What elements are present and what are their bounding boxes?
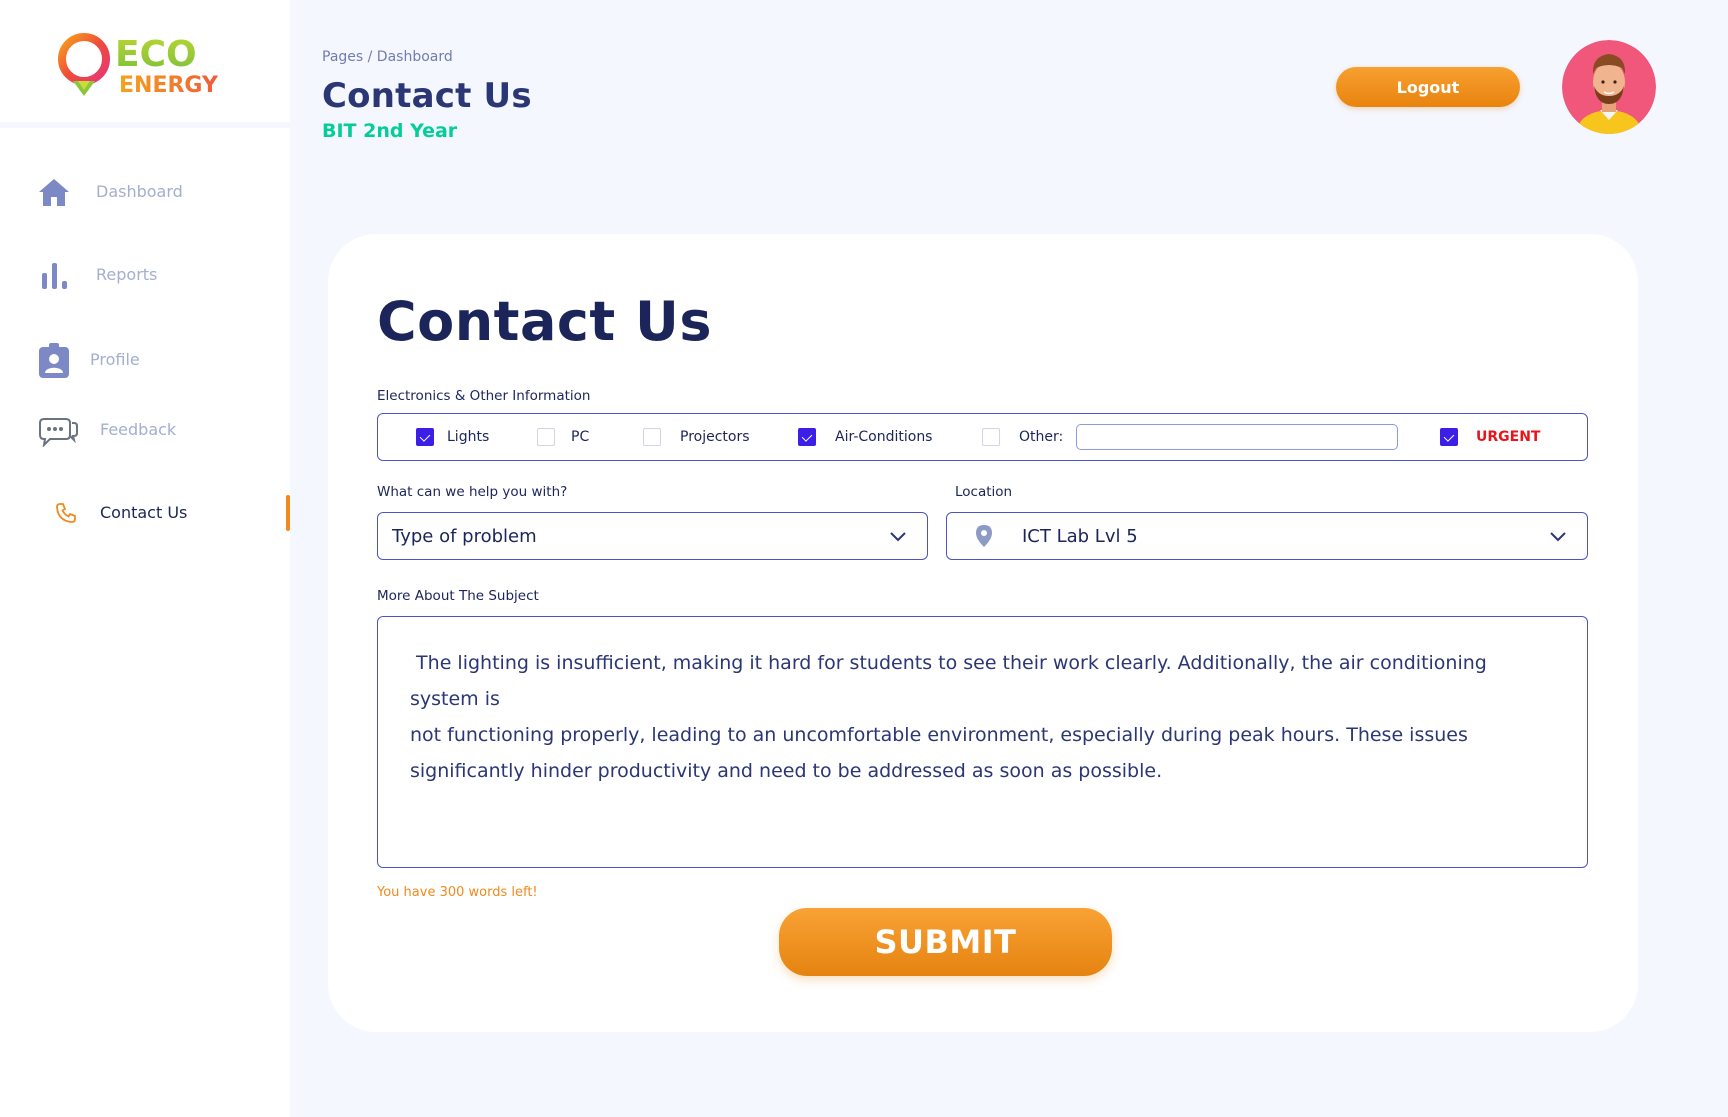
sidebar-item-profile[interactable]: Profile	[0, 338, 290, 382]
breadcrumb: Pages / Dashboard	[322, 49, 453, 65]
electronics-label: Electronics & Other Information	[377, 388, 591, 404]
sidebar-item-label: Feedback	[100, 420, 177, 439]
air-conditions-checkbox[interactable]	[798, 428, 816, 446]
chevron-down-icon	[890, 532, 906, 542]
phone-icon	[48, 497, 84, 529]
active-indicator	[286, 495, 290, 531]
sidebar: ECO ENERGY Dashboard Reports Profile Fee…	[0, 0, 290, 1117]
sidebar-item-label: Dashboard	[96, 182, 183, 201]
page-subtitle: BIT 2nd Year	[322, 120, 458, 142]
submit-button[interactable]: SUBMIT	[779, 908, 1112, 976]
logout-button[interactable]: Logout	[1336, 67, 1520, 107]
problem-type-select[interactable]: Type of problem	[377, 512, 928, 560]
bar-chart-icon	[36, 259, 72, 291]
eco-energy-logo[interactable]: ECO ENERGY	[56, 32, 226, 102]
svg-text:ENERGY: ENERGY	[119, 73, 219, 98]
other-input[interactable]	[1076, 424, 1398, 450]
problem-type-value: Type of problem	[392, 526, 537, 547]
message-text: The lighting is insufficient, making it …	[410, 652, 1487, 782]
electronics-options: Lights PC Projectors Air-Conditions Othe…	[377, 413, 1588, 461]
sidebar-item-label: Profile	[90, 350, 140, 369]
message-textarea[interactable]: The lighting is insufficient, making it …	[377, 616, 1588, 868]
air-conditions-label: Air-Conditions	[835, 429, 933, 445]
sidebar-item-label: Reports	[96, 265, 158, 284]
chevron-down-icon	[1550, 532, 1566, 542]
projectors-label: Projectors	[680, 429, 750, 445]
sidebar-item-reports[interactable]: Reports	[0, 253, 290, 297]
other-checkbox[interactable]	[982, 428, 1000, 446]
location-select[interactable]: ICT Lab Lvl 5	[946, 512, 1588, 560]
location-value: ICT Lab Lvl 5	[1022, 526, 1138, 547]
svg-text:ECO: ECO	[115, 34, 197, 75]
sidebar-item-label: Contact Us	[100, 503, 188, 522]
lights-checkbox[interactable]	[416, 428, 434, 446]
help-label: What can we help you with?	[377, 484, 568, 500]
avatar[interactable]	[1562, 40, 1656, 134]
more-about-label: More About The Subject	[377, 588, 539, 604]
contact-form-card: Contact Us Electronics & Other Informati…	[328, 234, 1638, 1032]
projectors-checkbox[interactable]	[643, 428, 661, 446]
lights-label: Lights	[447, 429, 490, 445]
words-left-counter: You have 300 words left!	[377, 885, 538, 900]
sidebar-item-feedback[interactable]: Feedback	[0, 408, 290, 452]
location-pin-icon	[976, 525, 992, 547]
home-icon	[36, 176, 72, 208]
pc-label: PC	[571, 429, 590, 445]
chat-bubbles-icon	[36, 414, 80, 447]
badge-icon	[36, 343, 72, 378]
sidebar-item-dashboard[interactable]: Dashboard	[0, 170, 290, 214]
urgent-checkbox[interactable]	[1440, 428, 1458, 446]
logo-area: ECO ENERGY	[0, 0, 290, 128]
urgent-label: URGENT	[1476, 429, 1541, 445]
pc-checkbox[interactable]	[537, 428, 555, 446]
location-label: Location	[955, 484, 1013, 500]
other-label: Other:	[1019, 429, 1064, 445]
page-title: Contact Us	[322, 76, 532, 116]
form-title: Contact Us	[377, 290, 713, 353]
sidebar-item-contact-us[interactable]: Contact Us	[0, 491, 290, 535]
